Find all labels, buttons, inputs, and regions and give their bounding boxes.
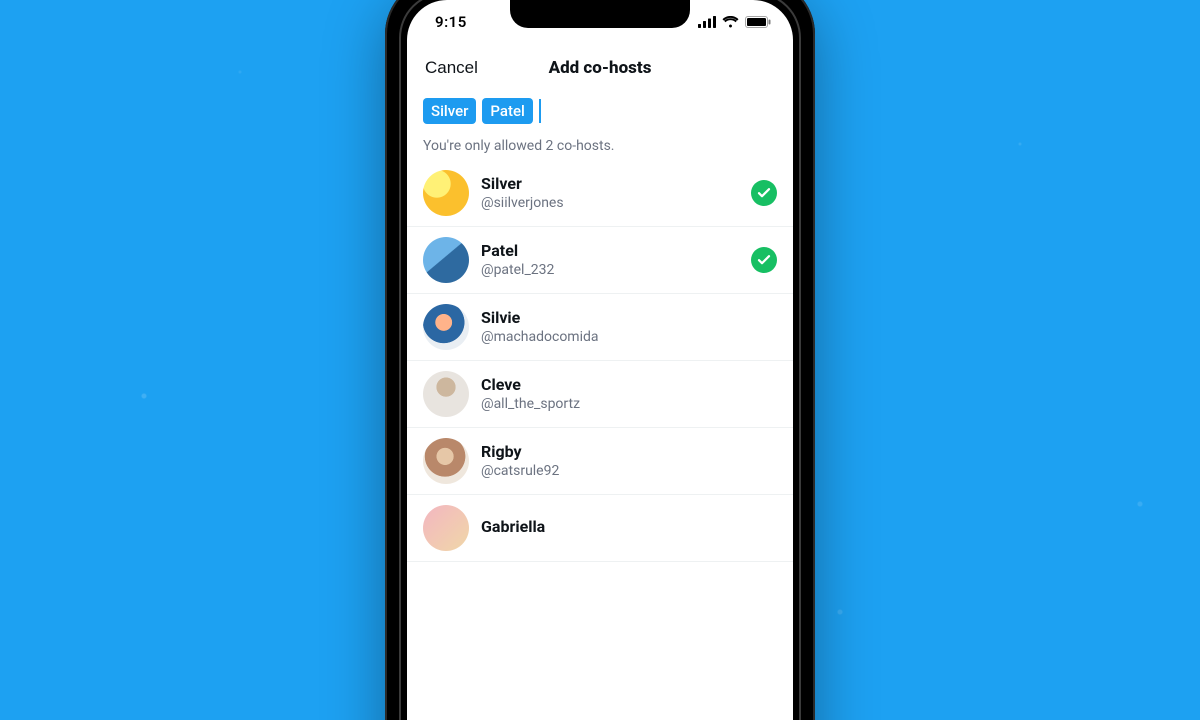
user-name: Gabriella (481, 517, 777, 536)
cancel-button[interactable]: Cancel (423, 52, 480, 84)
battery-icon (745, 16, 771, 28)
page-title: Add co-hosts (549, 58, 652, 78)
cellular-icon (698, 16, 716, 28)
user-row-cleve[interactable]: Cleve @all_the_sportz (407, 361, 793, 428)
user-row-silver[interactable]: Silver @siilverjones (407, 160, 793, 227)
cohost-limit-hint: You're only allowed 2 co-hosts. (407, 128, 793, 160)
phone-screen: 9:15 Cancel Add co-hosts Silver Patel (407, 0, 793, 720)
avatar (423, 505, 469, 551)
selected-check-icon (751, 180, 777, 206)
user-row-gabriella[interactable]: Gabriella (407, 495, 793, 562)
user-handle: @siilverjones (481, 195, 739, 212)
user-row-silvie[interactable]: Silvie @machadocomida (407, 294, 793, 361)
avatar (423, 438, 469, 484)
user-list: Silver @siilverjones Patel @patel_232 (407, 160, 793, 720)
wifi-icon (722, 16, 739, 28)
user-handle: @machadocomida (481, 329, 777, 346)
status-icons (698, 16, 771, 28)
user-handle: @all_the_sportz (481, 396, 777, 413)
user-name: Cleve (481, 375, 777, 394)
avatar (423, 304, 469, 350)
chip-patel[interactable]: Patel (482, 98, 532, 124)
user-row-rigby[interactable]: Rigby @catsrule92 (407, 428, 793, 495)
status-time: 9:15 (435, 13, 467, 31)
text-cursor (539, 99, 541, 123)
user-name: Patel (481, 241, 739, 260)
user-name: Silvie (481, 308, 777, 327)
nav-bar: Cancel Add co-hosts (407, 44, 793, 92)
user-handle: @patel_232 (481, 262, 739, 279)
chip-silver[interactable]: Silver (423, 98, 476, 124)
avatar (423, 371, 469, 417)
selected-check-icon (751, 247, 777, 273)
user-name: Rigby (481, 442, 777, 461)
phone-frame: 9:15 Cancel Add co-hosts Silver Patel (385, 0, 815, 720)
user-row-patel[interactable]: Patel @patel_232 (407, 227, 793, 294)
user-name: Silver (481, 174, 739, 193)
avatar (423, 170, 469, 216)
app-content: Cancel Add co-hosts Silver Patel You're … (407, 44, 793, 720)
avatar (423, 237, 469, 283)
user-handle: @catsrule92 (481, 463, 777, 480)
selected-chips[interactable]: Silver Patel (407, 92, 793, 128)
phone-notch (510, 0, 690, 28)
